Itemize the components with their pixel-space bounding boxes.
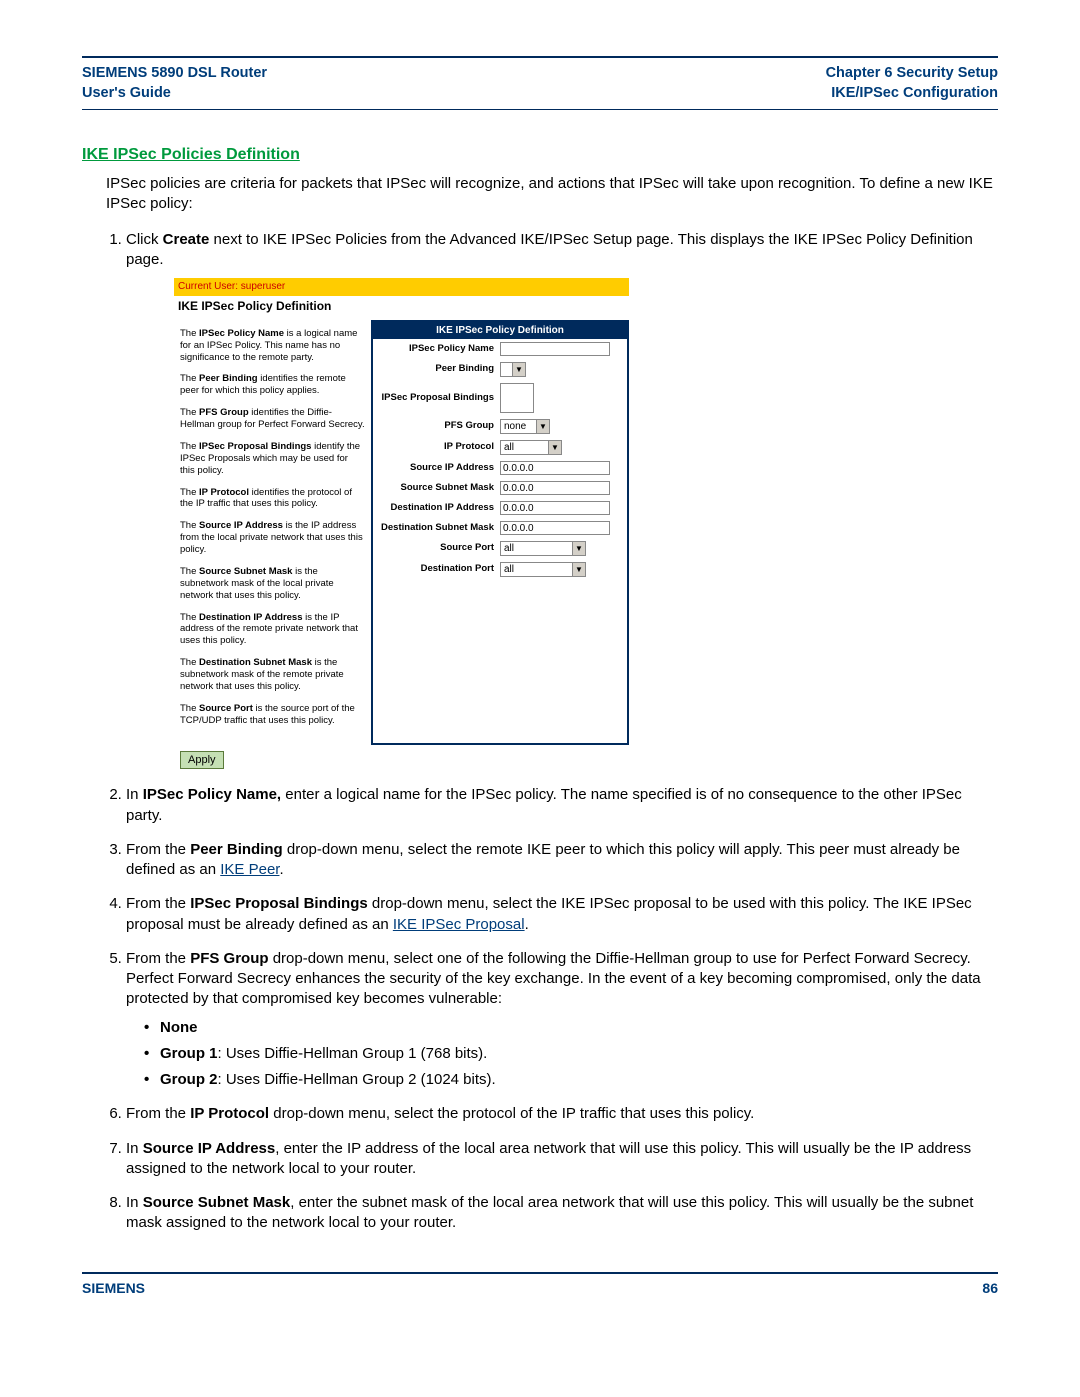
panel-title: IKE IPSec Policy Definition [174, 296, 629, 320]
step-8: In Source Subnet Mask, enter the subnet … [126, 1193, 998, 1234]
step-4: From the IPSec Proposal Bindings drop-do… [126, 894, 998, 935]
page-header: SIEMENS 5890 DSL Router User's Guide Cha… [82, 64, 998, 103]
intro-paragraph: IPSec policies are criteria for packets … [106, 174, 998, 215]
source-port-select[interactable]: all▼ [500, 541, 586, 556]
ike-peer-link[interactable]: IKE Peer [220, 861, 279, 878]
bullet-group1: Group 1: Uses Diffie-Hellman Group 1 (76… [144, 1044, 998, 1064]
dest-ip-input[interactable]: 0.0.0.0 [500, 501, 610, 515]
chevron-down-icon: ▼ [512, 363, 525, 376]
peer-binding-select[interactable]: ▼ [500, 362, 526, 377]
page-footer: SIEMENS 86 [82, 1280, 998, 1296]
ip-protocol-select[interactable]: all▼ [500, 440, 562, 455]
source-mask-input[interactable]: 0.0.0.0 [500, 481, 610, 495]
dest-port-select[interactable]: all▼ [500, 562, 586, 577]
chevron-down-icon: ▼ [536, 420, 549, 433]
chevron-down-icon: ▼ [572, 563, 585, 576]
step-2: In IPSec Policy Name, enter a logical na… [126, 785, 998, 826]
header-right-2: IKE/IPSec Configuration [826, 84, 998, 104]
step-5: From the PFS Group drop-down menu, selec… [126, 949, 998, 1091]
header-left-2: User's Guide [82, 84, 267, 104]
bullet-none: None [144, 1018, 998, 1038]
apply-button[interactable]: Apply [180, 751, 224, 770]
chevron-down-icon: ▼ [572, 542, 585, 555]
footer-page-number: 86 [982, 1280, 998, 1296]
form-panel-header: IKE IPSec Policy Definition [373, 322, 627, 340]
bullet-group2: Group 2: Uses Diffie-Hellman Group 2 (10… [144, 1070, 998, 1090]
ike-ipsec-proposal-link[interactable]: IKE IPSec Proposal [393, 916, 525, 933]
step-list: Click Create next to IKE IPSec Policies … [106, 230, 998, 1234]
header-right-1: Chapter 6 Security Setup [826, 64, 998, 84]
footer-brand: SIEMENS [82, 1280, 145, 1296]
current-user-bar: Current User: superuser [174, 278, 629, 296]
step-3: From the Peer Binding drop-down menu, se… [126, 840, 998, 881]
step-1: Click Create next to IKE IPSec Policies … [126, 230, 998, 770]
pfs-group-select[interactable]: none▼ [500, 419, 550, 434]
header-left-1: SIEMENS 5890 DSL Router [82, 64, 267, 84]
step-7: In Source IP Address, enter the IP addre… [126, 1139, 998, 1180]
policy-definition-screenshot: Current User: superuser IKE IPSec Policy… [174, 278, 629, 769]
ipsec-policy-name-input[interactable] [500, 342, 610, 356]
help-text-column: The IPSec Policy Name is a logical name … [174, 320, 371, 745]
form-panel: IKE IPSec Policy Definition IPSec Policy… [371, 320, 629, 745]
proposal-bindings-list[interactable] [500, 383, 534, 413]
chevron-down-icon: ▼ [548, 441, 561, 454]
step-6: From the IP Protocol drop-down menu, sel… [126, 1104, 998, 1124]
section-title: IKE IPSec Policies Definition [82, 146, 998, 164]
source-ip-input[interactable]: 0.0.0.0 [500, 461, 610, 475]
dest-mask-input[interactable]: 0.0.0.0 [500, 521, 610, 535]
